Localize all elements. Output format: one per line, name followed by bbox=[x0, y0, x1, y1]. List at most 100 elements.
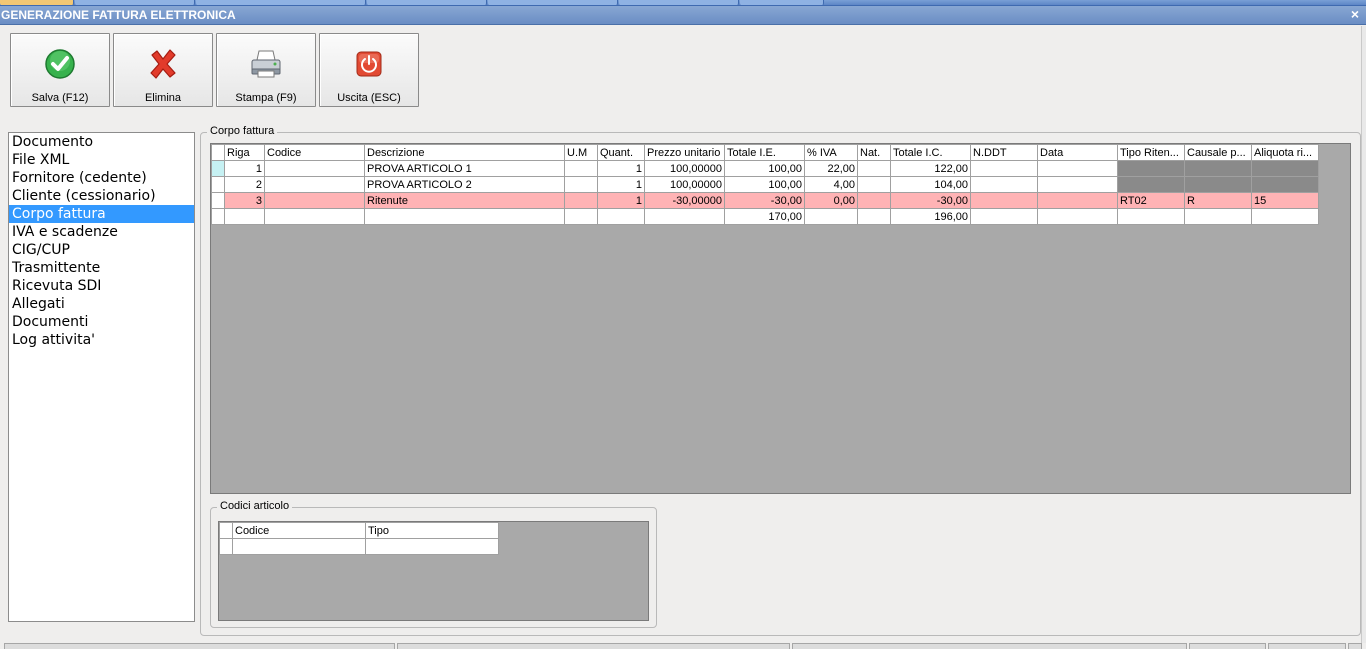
table-cell[interactable] bbox=[970, 176, 1038, 193]
table-cell[interactable]: 22,00 bbox=[804, 160, 858, 177]
table-cell[interactable]: 4,00 bbox=[804, 176, 858, 193]
column-header[interactable]: Data bbox=[1037, 144, 1118, 161]
nav-item-log-attivita[interactable]: Log attivita' bbox=[9, 331, 194, 349]
table-cell[interactable]: 100,00 bbox=[724, 160, 805, 177]
column-header[interactable]: U.M bbox=[564, 144, 598, 161]
table-cell[interactable] bbox=[1037, 160, 1118, 177]
column-header[interactable]: % IVA bbox=[804, 144, 858, 161]
table-cell[interactable]: RT02 bbox=[1117, 192, 1185, 209]
table-cell[interactable]: R bbox=[1184, 192, 1252, 209]
nav-item-fornitore[interactable]: Fornitore (cedente) bbox=[9, 169, 194, 187]
table-cell[interactable] bbox=[564, 192, 598, 209]
table-cell[interactable] bbox=[264, 176, 365, 193]
table-cell[interactable] bbox=[970, 160, 1038, 177]
print-button-label: Stampa (F9) bbox=[235, 92, 297, 104]
nav-item-trasmittente[interactable]: Trasmittente bbox=[9, 259, 194, 277]
nav-item-corpo-fattura[interactable]: Corpo fattura bbox=[9, 205, 194, 223]
status-panel bbox=[1268, 643, 1346, 649]
close-icon[interactable]: × bbox=[1348, 7, 1362, 21]
nav-item-allegati[interactable]: Allegati bbox=[9, 295, 194, 313]
table-cell[interactable]: PROVA ARTICOLO 2 bbox=[364, 176, 565, 193]
table-cell[interactable]: 1 bbox=[597, 176, 645, 193]
codici-articolo-table[interactable]: Codice Tipo bbox=[219, 522, 499, 555]
codici-articolo-title: Codici articolo bbox=[217, 500, 293, 512]
column-header[interactable]: Causale p... bbox=[1184, 144, 1252, 161]
nav-item-iva-scadenze[interactable]: IVA e scadenze bbox=[9, 223, 194, 241]
column-header[interactable]: Codice bbox=[264, 144, 365, 161]
nav-item-cig-cup[interactable]: CIG/CUP bbox=[9, 241, 194, 259]
nav-item-file-xml[interactable]: File XML bbox=[9, 151, 194, 169]
table-cell[interactable]: -30,00 bbox=[890, 192, 971, 209]
table-cell[interactable]: Ritenute bbox=[364, 192, 565, 209]
table-cell[interactable] bbox=[365, 538, 499, 555]
table-cell[interactable]: 1 bbox=[224, 160, 265, 177]
table-cell[interactable]: 100,00000 bbox=[644, 176, 725, 193]
table-row[interactable] bbox=[219, 538, 499, 555]
nav-item-cliente[interactable]: Cliente (cessionario) bbox=[9, 187, 194, 205]
nav-item-documenti[interactable]: Documenti bbox=[9, 313, 194, 331]
table-cell[interactable]: 100,00000 bbox=[644, 160, 725, 177]
table-cell[interactable] bbox=[264, 192, 365, 209]
table-row[interactable]: 2 PROVA ARTICOLO 2 1 100,00000 100,00 4,… bbox=[211, 176, 1319, 193]
nav-item-ricevuta-sdi[interactable]: Ricevuta SDI bbox=[9, 277, 194, 295]
column-header[interactable]: N.DDT bbox=[970, 144, 1038, 161]
table-cell[interactable]: 0,00 bbox=[804, 192, 858, 209]
table-cell[interactable]: 122,00 bbox=[890, 160, 971, 177]
table-cell[interactable]: 1 bbox=[597, 160, 645, 177]
column-header[interactable]: Descrizione bbox=[364, 144, 565, 161]
print-button[interactable]: Stampa (F9) bbox=[216, 33, 316, 107]
table-cell bbox=[1037, 208, 1118, 225]
table-cell[interactable] bbox=[1037, 176, 1118, 193]
delete-button[interactable]: Elimina bbox=[113, 33, 213, 107]
nav-item-documento[interactable]: Documento bbox=[9, 133, 194, 151]
table-cell bbox=[1251, 160, 1319, 177]
column-header[interactable]: Tipo Riten... bbox=[1117, 144, 1185, 161]
table-cell[interactable] bbox=[564, 160, 598, 177]
corpo-fattura-table[interactable]: Riga Codice Descrizione U.M Quant. Prezz… bbox=[211, 144, 1319, 225]
column-header[interactable]: Tipo bbox=[365, 522, 499, 539]
table-cell[interactable] bbox=[264, 160, 365, 177]
status-panel bbox=[1189, 643, 1266, 649]
table-cell[interactable] bbox=[232, 538, 366, 555]
exit-button-label: Uscita (ESC) bbox=[337, 92, 401, 104]
row-indicator[interactable] bbox=[219, 538, 233, 555]
printer-icon bbox=[251, 50, 281, 78]
column-header[interactable]: Quant. bbox=[597, 144, 645, 161]
table-cell[interactable]: 100,00 bbox=[724, 176, 805, 193]
table-cell bbox=[857, 208, 891, 225]
table-cell[interactable]: 104,00 bbox=[890, 176, 971, 193]
exit-button[interactable]: Uscita (ESC) bbox=[319, 33, 419, 107]
column-header[interactable]: Aliquota ri... bbox=[1251, 144, 1319, 161]
column-header[interactable]: Riga bbox=[224, 144, 265, 161]
table-cell[interactable] bbox=[564, 176, 598, 193]
column-header[interactable]: Totale I.C. bbox=[890, 144, 971, 161]
table-row[interactable]: 1 PROVA ARTICOLO 1 1 100,00000 100,00 22… bbox=[211, 160, 1319, 177]
table-cell[interactable]: PROVA ARTICOLO 1 bbox=[364, 160, 565, 177]
table-cell[interactable]: -30,00 bbox=[724, 192, 805, 209]
table-cell[interactable] bbox=[857, 176, 891, 193]
row-indicator[interactable] bbox=[211, 192, 225, 209]
section-nav-list[interactable]: Documento File XML Fornitore (cedente) C… bbox=[8, 132, 195, 622]
row-indicator[interactable] bbox=[211, 176, 225, 193]
save-button[interactable]: Salva (F12) bbox=[10, 33, 110, 107]
codici-articolo-grid[interactable]: Codice Tipo bbox=[218, 521, 649, 621]
table-header-row: Riga Codice Descrizione U.M Quant. Prezz… bbox=[211, 144, 1319, 161]
column-header[interactable]: Prezzo unitario bbox=[644, 144, 725, 161]
column-header[interactable]: Nat. bbox=[857, 144, 891, 161]
row-indicator[interactable] bbox=[211, 160, 225, 177]
column-header[interactable]: Totale I.E. bbox=[724, 144, 805, 161]
window-titlebar: GENERAZIONE FATTURA ELETTRONICA × bbox=[0, 6, 1366, 25]
table-row-ritenute[interactable]: 3 Ritenute 1 -30,00000 -30,00 0,00 -30,0… bbox=[211, 192, 1319, 209]
table-cell[interactable]: 2 bbox=[224, 176, 265, 193]
table-cell[interactable]: 1 bbox=[597, 192, 645, 209]
table-cell[interactable] bbox=[857, 160, 891, 177]
corpo-fattura-grid[interactable]: Riga Codice Descrizione U.M Quant. Prezz… bbox=[210, 143, 1351, 494]
table-cell bbox=[1184, 208, 1252, 225]
table-cell[interactable] bbox=[857, 192, 891, 209]
table-cell[interactable]: -30,00000 bbox=[644, 192, 725, 209]
table-cell[interactable]: 15 bbox=[1251, 192, 1319, 209]
table-cell[interactable] bbox=[1037, 192, 1118, 209]
table-cell[interactable]: 3 bbox=[224, 192, 265, 209]
column-header[interactable]: Codice bbox=[232, 522, 366, 539]
table-cell[interactable] bbox=[970, 192, 1038, 209]
